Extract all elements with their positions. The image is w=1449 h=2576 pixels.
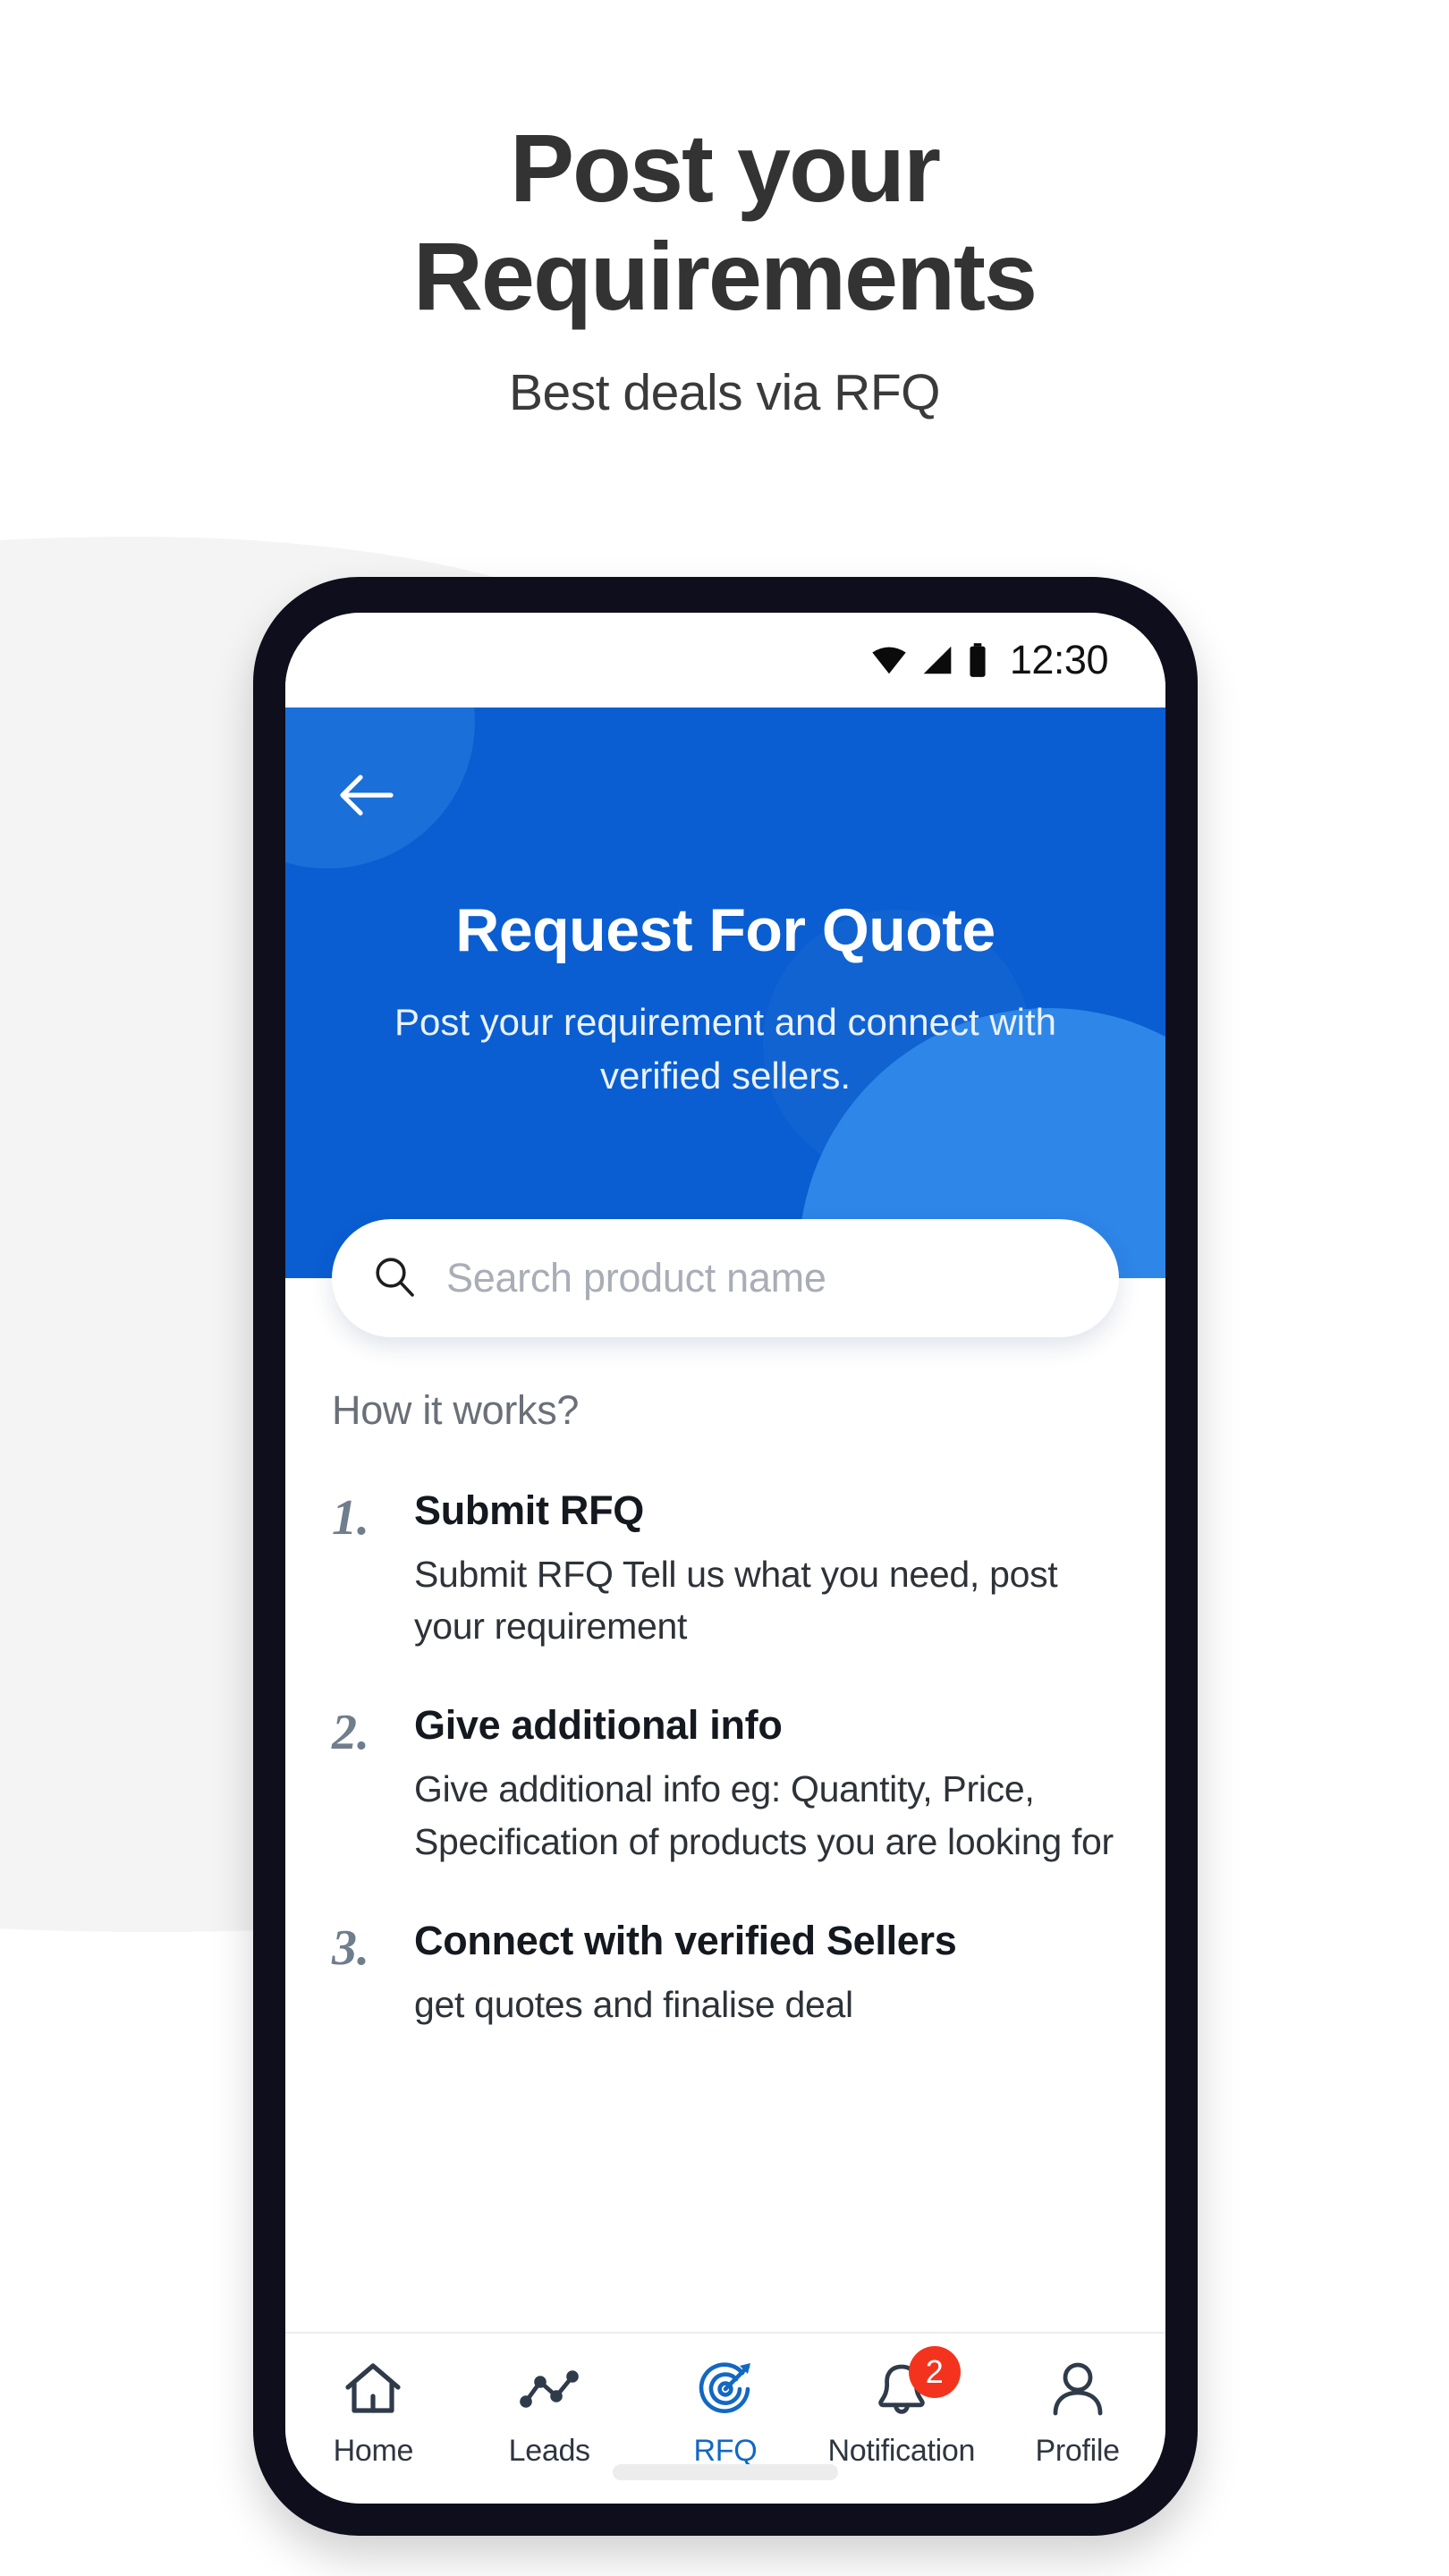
nav-item-home[interactable]: Home: [285, 2357, 462, 2469]
nav-item-profile[interactable]: Profile: [989, 2357, 1165, 2469]
step-description: get quotes and finalise deal: [414, 1983, 853, 2025]
step-item: 1. Submit RFQ Submit RFQ Tell us what yo…: [332, 1487, 1119, 1652]
how-it-works-section: How it works? 1. Submit RFQ Submit RFQ T…: [285, 1278, 1165, 2332]
phone-screen: 12:30 Request For Quote Post your requir…: [285, 613, 1165, 2504]
home-icon: [343, 2357, 403, 2421]
step-title: Connect with verified Sellers: [414, 1917, 957, 1963]
search-bar[interactable]: Search product name: [332, 1219, 1119, 1337]
search-icon: [371, 1253, 418, 1304]
nav-label: Profile: [1035, 2434, 1120, 2468]
nav-item-leads[interactable]: Leads: [462, 2357, 638, 2469]
step-title: Submit RFQ: [414, 1487, 644, 1533]
home-indicator[interactable]: [613, 2464, 838, 2480]
status-bar: 12:30: [285, 613, 1165, 708]
hero-subtitle: Post your requirement and connect with v…: [394, 1001, 1057, 1097]
back-arrow-icon: [337, 772, 394, 823]
nav-item-rfq[interactable]: RFQ: [638, 2357, 814, 2469]
step-title: Give additional info: [414, 1702, 783, 1749]
promo-header: Post your Requirements Best deals via RF…: [0, 0, 1449, 422]
step-number: 1.: [332, 1490, 369, 1546]
status-time: 12:30: [1009, 637, 1109, 682]
battery-icon: [967, 643, 988, 677]
line-chart-icon: [519, 2357, 580, 2421]
how-it-works-heading: How it works?: [332, 1387, 580, 1433]
search-input[interactable]: Search product name: [446, 1255, 826, 1301]
person-icon: [1049, 2357, 1106, 2421]
bell-icon: 2: [873, 2346, 961, 2421]
step-item: 2. Give additional info Give additional …: [332, 1702, 1119, 1867]
wifi-icon: [870, 645, 908, 675]
phone-mockup: 12:30 Request For Quote Post your requir…: [253, 577, 1198, 2536]
step-item: 3. Connect with verified Sellers get quo…: [332, 1918, 1119, 2030]
step-number: 2.: [332, 1705, 369, 1761]
nav-item-notification[interactable]: 2 Notification: [813, 2346, 989, 2469]
step-description: Submit RFQ Tell us what you need, post y…: [414, 1554, 1058, 1648]
notification-badge: 2: [908, 2346, 961, 2398]
promo-title-line2: Requirements: [412, 221, 1038, 330]
back-button[interactable]: [316, 747, 416, 847]
search-container: Search product name: [285, 1219, 1165, 1337]
nav-label: Notification: [827, 2434, 976, 2468]
promo-title: Post your Requirements: [0, 0, 1449, 331]
step-number: 3.: [332, 1919, 369, 1976]
step-description: Give additional info eg: Quantity, Price…: [414, 1768, 1114, 1862]
hero-banner: Request For Quote Post your requirement …: [285, 708, 1165, 1278]
hero-title: Request For Quote: [455, 896, 996, 964]
signal-icon: [920, 645, 954, 675]
target-arrow-icon: [694, 2357, 757, 2421]
nav-label: Leads: [508, 2434, 590, 2468]
nav-label: Home: [333, 2434, 414, 2468]
promo-title-line1: Post your: [509, 114, 941, 222]
promo-subtitle: Best deals via RFQ: [508, 363, 941, 421]
